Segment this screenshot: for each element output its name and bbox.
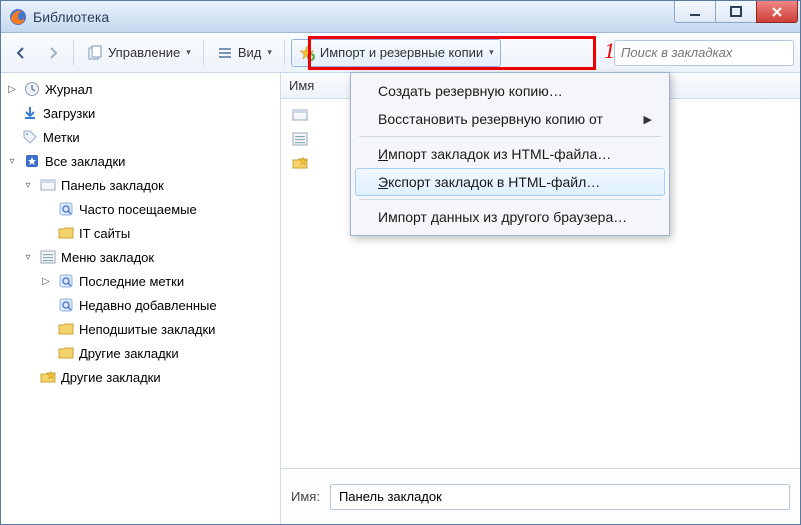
menu-separator xyxy=(359,199,661,200)
tree-label: IT сайты xyxy=(79,226,130,241)
smart-folder-icon xyxy=(57,200,75,218)
menu-separator xyxy=(359,136,661,137)
tree-item-tags[interactable]: Метки xyxy=(1,125,280,149)
tree-item-other-2[interactable]: ▷ Другие закладки xyxy=(1,365,280,389)
toolbar-folder-icon xyxy=(39,176,57,194)
tree-item-recent-added[interactable]: Недавно добавленные xyxy=(1,293,280,317)
name-label: Имя: xyxy=(291,489,320,504)
tree-item-frequent[interactable]: Часто посещаемые xyxy=(1,197,280,221)
expander-icon[interactable]: ▷ xyxy=(39,276,53,287)
tree-item-recent-tags[interactable]: ▷ Последние метки xyxy=(1,269,280,293)
maximize-button[interactable] xyxy=(715,1,757,23)
forward-button[interactable] xyxy=(39,39,67,67)
name-input[interactable] xyxy=(330,484,790,510)
manage-label: Управление xyxy=(108,45,180,60)
import-backup-button[interactable]: Импорт и резервные копии ▾ xyxy=(291,39,501,67)
smart-folder-icon xyxy=(57,296,75,314)
details-panel: Имя: xyxy=(281,468,800,524)
bookmark-star-icon xyxy=(23,152,41,170)
menu-item-label: Экспорт закладок в HTML-файл… xyxy=(378,174,600,190)
menu-item-import-html[interactable]: Импорт закладок из HTML-файла… xyxy=(355,140,665,168)
tree-label: Недавно добавленные xyxy=(79,298,217,313)
tree-label: Другие закладки xyxy=(61,370,161,385)
folder-icon xyxy=(57,224,75,242)
dropdown-arrow-icon: ▾ xyxy=(489,47,494,58)
folder-icon xyxy=(57,320,75,338)
search-input[interactable] xyxy=(614,40,794,66)
annotation-label-1: 1 xyxy=(604,38,615,64)
tree-label: Журнал xyxy=(45,82,92,97)
tree-label: Загрузки xyxy=(43,106,95,121)
menu-item-label: Импорт данных из другого браузера… xyxy=(378,209,627,225)
firefox-icon xyxy=(9,8,27,26)
import-backup-label: Импорт и резервные копии xyxy=(320,45,483,60)
menu-item-import-browser[interactable]: Импорт данных из другого браузера… xyxy=(355,203,665,231)
dropdown-arrow-icon: ▾ xyxy=(186,47,191,58)
menu-item-label: Импорт закладок из HTML-файла… xyxy=(378,146,611,162)
minimize-button[interactable] xyxy=(674,1,716,23)
tree-label: Часто посещаемые xyxy=(79,202,197,217)
tree-label: Последние метки xyxy=(79,274,184,289)
history-icon xyxy=(23,80,41,98)
separator xyxy=(284,41,285,65)
expander-icon[interactable]: ▿ xyxy=(5,156,19,167)
expander-icon[interactable]: ▿ xyxy=(21,252,35,263)
titlebar: Библиотека xyxy=(1,1,800,33)
tree-label: Все закладки xyxy=(45,154,125,169)
separator xyxy=(73,41,74,65)
dropdown-arrow-icon: ▾ xyxy=(267,47,272,58)
tree-item-all-bookmarks[interactable]: ▿ Все закладки xyxy=(1,149,280,173)
tree-item-bookmarks-menu[interactable]: ▿ Меню закладок xyxy=(1,245,280,269)
tree-item-other-1[interactable]: Другие закладки xyxy=(1,341,280,365)
tree-item-it-sites[interactable]: IT сайты xyxy=(1,221,280,245)
manage-button[interactable]: Управление ▾ xyxy=(80,39,197,67)
other-bookmarks-icon xyxy=(39,368,57,386)
separator xyxy=(203,41,204,65)
menu-folder-icon xyxy=(39,248,57,266)
toolbar: Управление ▾ Вид ▾ Импорт и резервные ко… xyxy=(1,33,800,73)
expander-icon[interactable]: ▷ xyxy=(5,84,19,95)
submenu-arrow-icon: ▶ xyxy=(644,113,652,126)
tree-item-bookmarks-toolbar[interactable]: ▿ Панель закладок xyxy=(1,173,280,197)
manage-icon xyxy=(86,44,104,62)
close-button[interactable] xyxy=(756,1,798,23)
menu-item-backup-restore[interactable]: Восстановить резервную копию от ▶ xyxy=(355,105,665,133)
tree-label: Неподшитые закладки xyxy=(79,322,215,337)
import-backup-menu: Создать резервную копию… Восстановить ре… xyxy=(350,72,670,236)
column-header-name[interactable]: Имя xyxy=(289,78,314,93)
view-label: Вид xyxy=(238,45,262,60)
menu-item-label: Восстановить резервную копию от xyxy=(378,111,603,127)
toolbar-folder-icon xyxy=(291,106,309,124)
tree-label: Другие закладки xyxy=(79,346,179,361)
window-controls xyxy=(675,1,800,32)
view-button[interactable]: Вид ▾ xyxy=(210,39,278,67)
menu-item-label: Создать резервную копию… xyxy=(378,83,563,99)
download-icon xyxy=(21,104,39,122)
smart-folder-icon xyxy=(57,272,75,290)
folder-icon xyxy=(57,344,75,362)
tag-icon xyxy=(21,128,39,146)
window-title: Библиотека xyxy=(33,9,675,25)
tree-item-downloads[interactable]: Загрузки xyxy=(1,101,280,125)
expander-icon[interactable]: ▿ xyxy=(21,180,35,191)
tree-label: Метки xyxy=(43,130,80,145)
tree-label: Меню закладок xyxy=(61,250,154,265)
tree-label: Панель закладок xyxy=(61,178,164,193)
menu-folder-icon xyxy=(291,130,309,148)
back-button[interactable] xyxy=(7,39,35,67)
view-icon xyxy=(216,44,234,62)
star-import-icon xyxy=(298,44,316,62)
menu-item-export-html[interactable]: Экспорт закладок в HTML-файл… xyxy=(355,168,665,196)
tree-pane[interactable]: ▷ Журнал Загрузки Метки ▿ Все закладки ▿… xyxy=(1,73,281,524)
tree-item-journal[interactable]: ▷ Журнал xyxy=(1,77,280,101)
menu-item-backup-create[interactable]: Создать резервную копию… xyxy=(355,77,665,105)
other-bookmarks-icon xyxy=(291,154,309,172)
tree-item-unfiled[interactable]: Неподшитые закладки xyxy=(1,317,280,341)
